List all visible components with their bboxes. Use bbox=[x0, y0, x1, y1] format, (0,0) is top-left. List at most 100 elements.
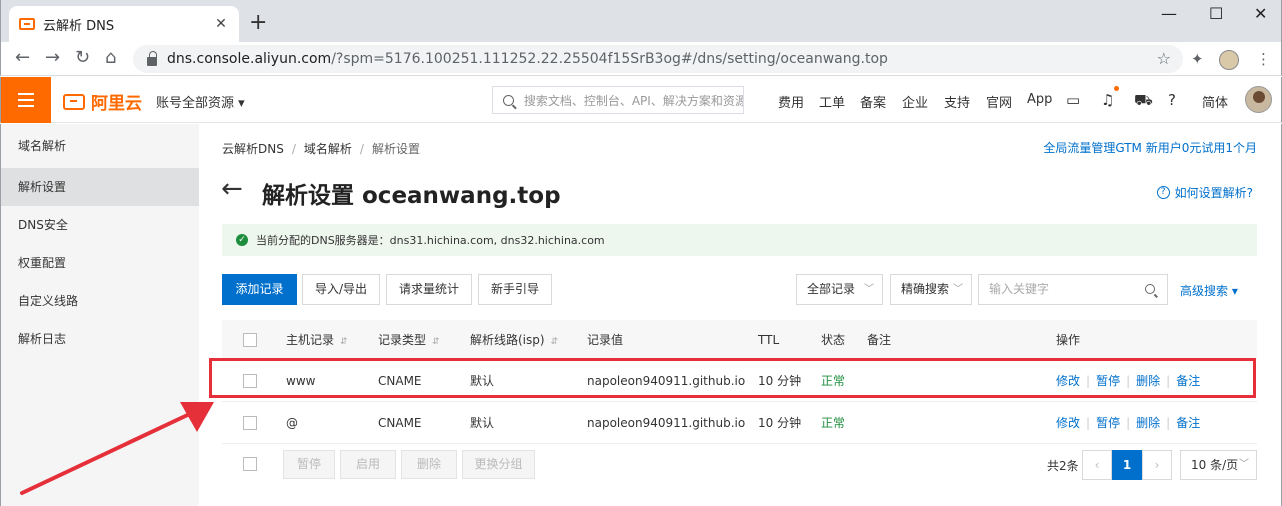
close-tab-icon[interactable]: ✕ bbox=[213, 16, 229, 32]
sidebar-item-resolution-settings[interactable]: 解析设置 bbox=[1, 168, 200, 206]
sidebar-item-custom-lines[interactable]: 自定义线路 bbox=[1, 282, 200, 320]
console-topbar: 阿里云 账号全部资源 ▾ 搜索文档、控制台、API、解决方案和资源 费用 工单 … bbox=[0, 77, 1282, 123]
newbie-guide-button[interactable]: 新手引导 bbox=[478, 274, 552, 305]
sort-icon: ⇵ bbox=[432, 337, 440, 347]
help-icon[interactable]: ? bbox=[1168, 91, 1176, 109]
help-link[interactable]: ? 如何设置解析? bbox=[1156, 184, 1253, 201]
browser-tab-strip: 云解析 DNS ✕ + — ☐ ✕ bbox=[0, 0, 1282, 42]
bookmark-star-icon[interactable]: ☆ bbox=[1157, 49, 1171, 68]
forward-arrow-icon[interactable]: → bbox=[45, 48, 60, 68]
col-value: 记录值 bbox=[587, 333, 624, 347]
sidebar-item-domain-resolution[interactable]: 域名解析 bbox=[1, 127, 200, 165]
search-icon bbox=[503, 94, 514, 106]
nav-tickets[interactable]: 工单 bbox=[819, 92, 845, 111]
row-actions: 修改 | 暂停 | 删除 | 备注 bbox=[1056, 416, 1201, 430]
record-filter-select[interactable]: 全部记录 ﹀ bbox=[796, 274, 883, 305]
chevron-down-icon: ﹀ bbox=[864, 284, 874, 295]
address-bar[interactable]: dns.console.aliyun.com/?spm=5176.100251.… bbox=[133, 45, 1183, 73]
aliyun-logo[interactable]: 阿里云 bbox=[63, 89, 142, 114]
browser-menu-icon[interactable]: ⋮ bbox=[1256, 50, 1271, 68]
new-tab-button[interactable]: + bbox=[249, 12, 267, 34]
breadcrumb-cloud-dns[interactable]: 云解析DNS bbox=[222, 142, 284, 156]
search-mode-select[interactable]: 精确搜索 ﹀ bbox=[890, 274, 972, 305]
cart-icon[interactable]: ⛟ bbox=[1134, 91, 1153, 111]
nav-official-site[interactable]: 官网 bbox=[986, 92, 1012, 111]
question-icon: ? bbox=[1156, 186, 1170, 199]
sidebar-item-resolution-logs[interactable]: 解析日志 bbox=[1, 320, 200, 358]
sort-icon: ⇵ bbox=[340, 337, 348, 347]
dns-server-notice: ✓ 当前分配的DNS服务器是：dns31.hichina.com, dns32.… bbox=[222, 224, 1257, 256]
footer-select-all-checkbox[interactable] bbox=[243, 457, 257, 471]
breadcrumb-current: 解析设置 bbox=[371, 142, 420, 156]
add-record-button[interactable]: 添加记录 bbox=[222, 274, 297, 305]
sidebar: 域名解析 解析设置 DNS安全 权重配置 自定义线路 解析日志 bbox=[0, 124, 200, 506]
extensions-icon[interactable]: ✦ bbox=[1191, 50, 1204, 68]
table-row: @ CNAME 默认 napoleon940911.github.io 10 分… bbox=[222, 402, 1257, 444]
user-avatar[interactable] bbox=[1245, 86, 1272, 113]
batch-enable-button[interactable]: 启用 bbox=[340, 450, 396, 479]
batch-regroup-button[interactable]: 更换分组 bbox=[462, 450, 535, 479]
cell-line: 默认 bbox=[470, 416, 495, 430]
select-all-checkbox[interactable] bbox=[243, 333, 257, 347]
col-note: 备注 bbox=[867, 333, 892, 347]
edit-link[interactable]: 修改 bbox=[1056, 416, 1080, 430]
browser-toolbar: ← → ↻ ⌂ dns.console.aliyun.com/?spm=5176… bbox=[0, 42, 1282, 76]
batch-delete-button[interactable]: 删除 bbox=[401, 450, 457, 479]
sidebar-item-weight-config[interactable]: 权重配置 bbox=[1, 244, 200, 282]
request-stats-button[interactable]: 请求量统计 bbox=[386, 274, 472, 305]
nav-enterprise[interactable]: 企业 bbox=[902, 92, 928, 111]
cell-host: @ bbox=[286, 416, 298, 430]
col-type[interactable]: 记录类型 ⇵ bbox=[378, 320, 440, 362]
col-host[interactable]: 主机记录 ⇵ bbox=[286, 320, 348, 362]
prev-page-button[interactable]: ‹ bbox=[1082, 450, 1112, 480]
account-scope-dropdown[interactable]: 账号全部资源 ▾ bbox=[156, 92, 245, 111]
home-icon[interactable]: ⌂ bbox=[105, 48, 116, 68]
advanced-search-link[interactable]: 高级搜索 ▾ bbox=[1180, 282, 1238, 299]
nav-icp[interactable]: 备案 bbox=[860, 92, 886, 111]
browser-profile-avatar[interactable] bbox=[1219, 50, 1239, 70]
table-header: 主机记录 ⇵ 记录类型 ⇵ 解析线路(isp) ⇵ 记录值 TTL 状态 备注 操作 bbox=[222, 320, 1257, 360]
breadcrumb-domain-resolution[interactable]: 域名解析 bbox=[304, 142, 352, 156]
language-switch[interactable]: 简体 bbox=[1202, 92, 1228, 111]
back-arrow-icon[interactable]: ← bbox=[221, 174, 243, 204]
next-page-button[interactable]: › bbox=[1142, 450, 1172, 480]
delete-link[interactable]: 删除 bbox=[1136, 416, 1160, 430]
chevron-down-icon: ﹀ bbox=[1239, 459, 1249, 470]
batch-pause-button[interactable]: 暂停 bbox=[283, 450, 335, 479]
browser-tab[interactable]: 云解析 DNS ✕ bbox=[9, 6, 239, 42]
import-export-button[interactable]: 导入/导出 bbox=[302, 274, 380, 305]
nav-fees[interactable]: 费用 bbox=[778, 92, 804, 111]
url-text: dns.console.aliyun.com/?spm=5176.100251.… bbox=[167, 51, 888, 67]
page-size-select[interactable]: 10 条/页 ﹀ bbox=[1180, 450, 1257, 480]
pause-link[interactable]: 暂停 bbox=[1096, 416, 1120, 430]
search-placeholder: 搜索文档、控制台、API、解决方案和资源 bbox=[523, 93, 743, 108]
nav-support[interactable]: 支持 bbox=[944, 92, 970, 111]
sidebar-item-dns-security[interactable]: DNS安全 bbox=[1, 206, 200, 244]
aliyun-logo-mark-icon bbox=[63, 93, 85, 110]
check-circle-icon: ✓ bbox=[236, 234, 248, 246]
keyword-input[interactable]: 输入关键字 bbox=[978, 274, 1168, 305]
reload-icon[interactable]: ↻ bbox=[75, 48, 90, 68]
minimize-icon[interactable]: — bbox=[1161, 4, 1177, 23]
aliyun-favicon-icon bbox=[19, 18, 35, 30]
lock-icon bbox=[147, 50, 157, 66]
status-badge: 正常 bbox=[821, 416, 846, 430]
col-line[interactable]: 解析线路(isp) ⇵ bbox=[470, 320, 558, 362]
back-arrow-icon[interactable]: ← bbox=[15, 48, 30, 68]
tab-title: 云解析 DNS bbox=[43, 18, 115, 34]
row-checkbox[interactable] bbox=[243, 416, 257, 430]
total-count: 共2条 bbox=[1047, 459, 1079, 473]
search-icon[interactable] bbox=[1145, 284, 1155, 294]
nav-app[interactable]: App bbox=[1027, 92, 1052, 107]
gtm-promo-link[interactable]: 全局流量管理GTM 新用户0元试用1个月 bbox=[1043, 139, 1257, 156]
note-link[interactable]: 备注 bbox=[1176, 416, 1200, 430]
menu-toggle-button[interactable] bbox=[1, 77, 51, 123]
console-search-input[interactable]: 搜索文档、控制台、API、解决方案和资源 bbox=[492, 86, 744, 114]
col-ttl: TTL bbox=[758, 333, 780, 347]
cloud-shell-icon[interactable]: ▭ bbox=[1066, 91, 1080, 109]
notification-bell-icon[interactable]: ♫ bbox=[1101, 91, 1114, 109]
window-close-icon[interactable]: ✕ bbox=[1254, 4, 1267, 23]
page-1-button[interactable]: 1 bbox=[1112, 450, 1142, 480]
maximize-icon[interactable]: ☐ bbox=[1209, 4, 1223, 23]
col-status: 状态 bbox=[821, 333, 846, 347]
